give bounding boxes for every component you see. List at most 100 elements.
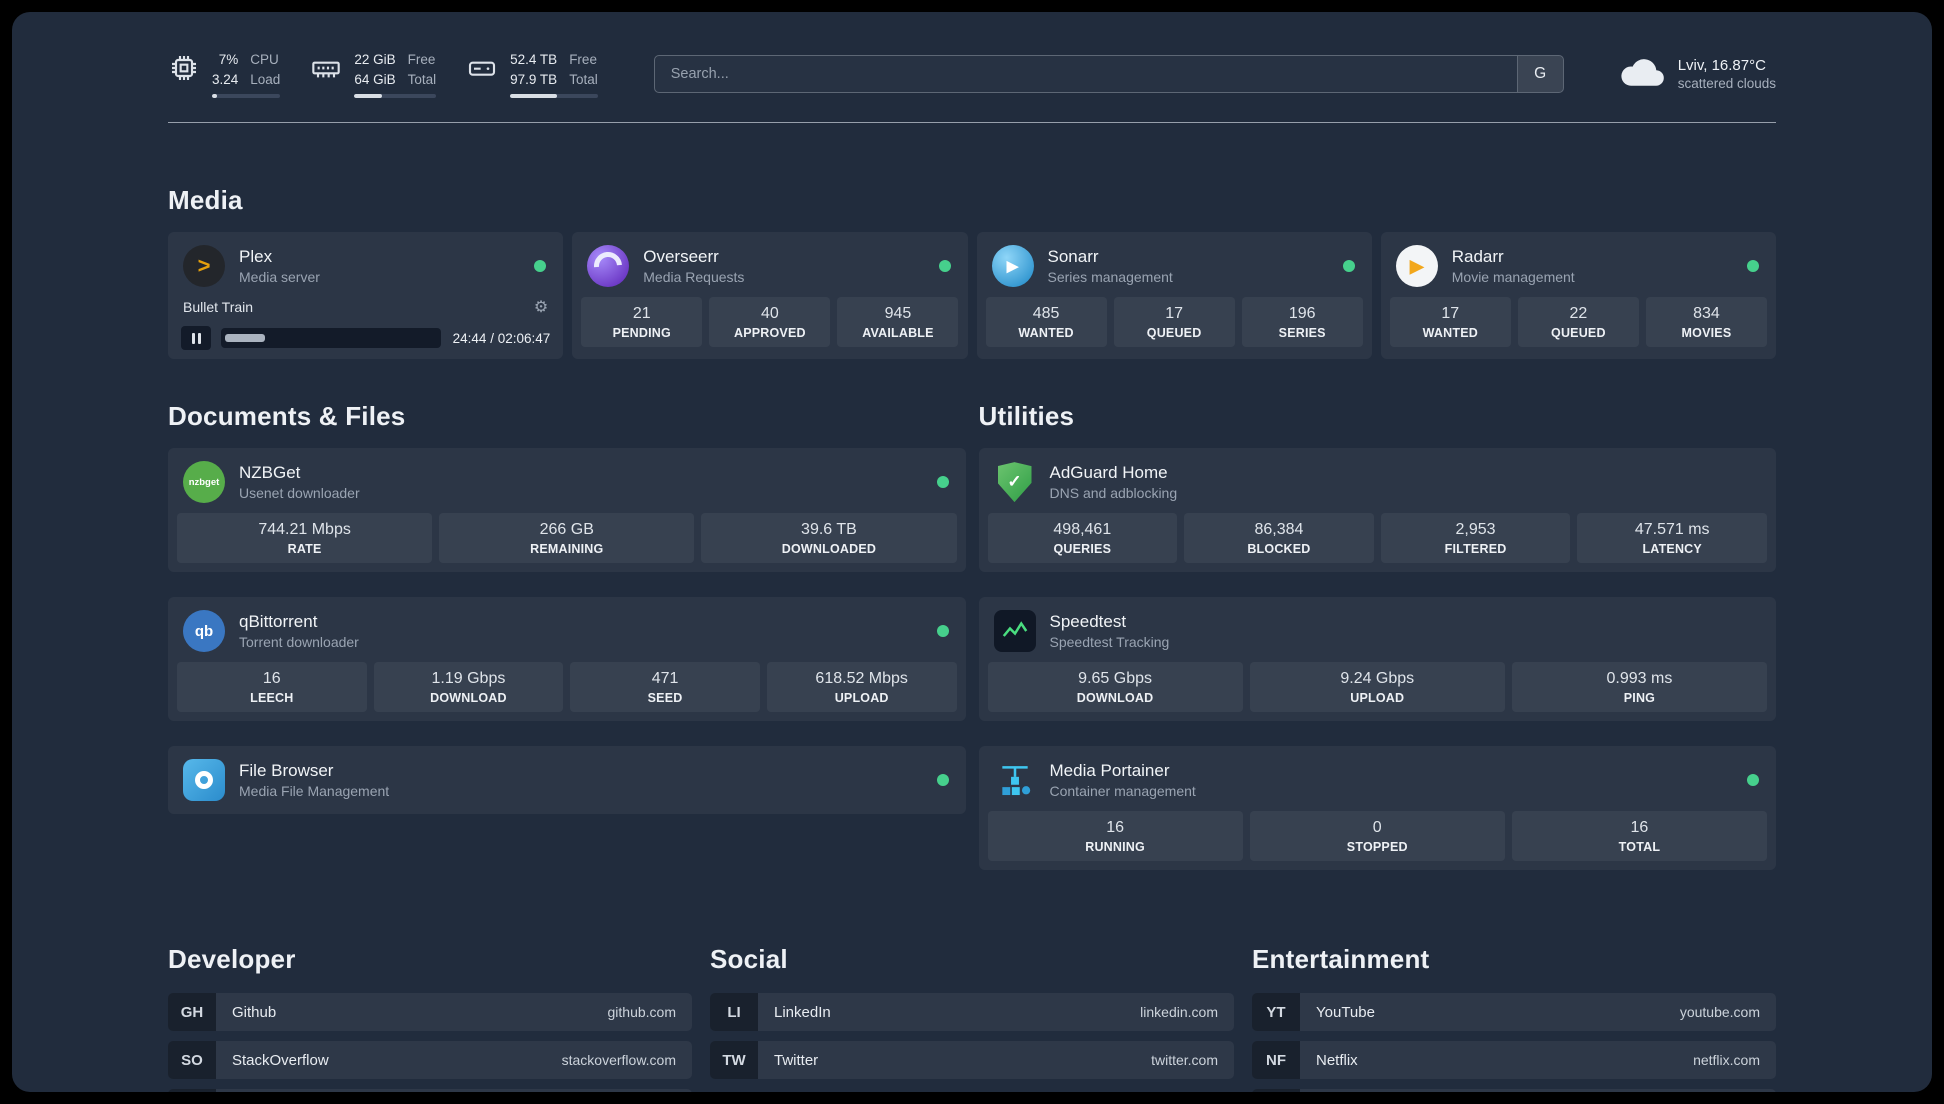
bookmark-name: Twitter (774, 1051, 819, 1069)
stat-wanted: 17 WANTED (1389, 297, 1511, 348)
bookmark-github[interactable]: GH Github github.com (168, 993, 692, 1032)
service-card-radarr[interactable]: ▶ Radarr Movie management 17 WANTED 22 QUE… (1380, 232, 1776, 360)
section-entertainment: Entertainment YT YouTube youtube.com NF … (1252, 944, 1776, 1092)
utilities-section-title: Utilities (978, 401, 1075, 432)
now-playing-title: Bullet Train (183, 299, 254, 316)
service-card-filebrowser[interactable]: File Browser Media File Management (168, 746, 966, 815)
bookmark-url: stackoverflow.com (561, 1052, 676, 1069)
bookmark-youtube[interactable]: YT YouTube youtube.com (1252, 993, 1776, 1032)
plex-now-playing: Bullet Train ⚙ 24:44 / 02:06:47 (177, 297, 554, 351)
status-dot (936, 774, 949, 787)
disk-total-label: Total (569, 71, 598, 87)
bookmark-url: youtube.com (1679, 1004, 1760, 1021)
seek-bar-fill (225, 334, 266, 343)
filebrowser-icon (183, 759, 225, 802)
disk-meter (510, 94, 598, 99)
bookmark-netflix[interactable]: NF Netflix netflix.com (1252, 1041, 1776, 1080)
stat-ping: 0.993 ms PING (1511, 662, 1768, 713)
bookmark-name: LinkedIn (774, 1003, 831, 1021)
status-dot (1747, 774, 1759, 787)
cpu-meter (212, 94, 281, 99)
service-description: Container management (1049, 783, 1196, 800)
qbittorrent-icon: qb (183, 610, 225, 653)
disk-meter-fill (510, 94, 557, 99)
memory-icon (310, 52, 342, 84)
bookmark-abbr: GH (168, 993, 216, 1032)
stat-latency: 47.571 ms LATENCY (1577, 513, 1767, 564)
stat-pending: 21 PENDING (581, 297, 703, 348)
bookmark-name: Github (232, 1003, 277, 1021)
memory-total-value: 64 GiB (354, 71, 396, 87)
speedtest-icon (993, 610, 1036, 653)
service-name: Speedtest (1049, 612, 1127, 632)
stat-running: 16 RUNNING (987, 811, 1243, 862)
bookmark-linkedin[interactable]: LI LinkedIn linkedin.com (710, 993, 1234, 1032)
service-card-sonarr[interactable]: ▶ Sonarr Series management 485 WANTED 17 Q… (976, 232, 1372, 360)
memory-meter (354, 94, 437, 99)
status-dot (534, 260, 547, 273)
gear-icon[interactable]: ⚙ (534, 297, 548, 317)
search-input[interactable] (654, 56, 1517, 93)
bookmark-name: StackOverflow (232, 1051, 329, 1069)
disk-icon (466, 52, 498, 84)
search-provider-button[interactable]: G (1516, 56, 1563, 93)
stat-blocked: 86,384 BLOCKED (1184, 513, 1374, 564)
bookmark-url: github.com (607, 1004, 676, 1021)
service-description: Media Requests (643, 269, 745, 286)
weather-widget[interactable]: Lviv, 16.87°C scattered clouds (1620, 56, 1776, 93)
disk-total-value: 97.9 TB (510, 71, 558, 87)
stat-queued: 17 QUEUED (1113, 297, 1235, 348)
bookmark-stackoverflow[interactable]: SO StackOverflow stackoverflow.com (168, 1041, 692, 1080)
stat-wanted: 485 WANTED (985, 297, 1107, 348)
bookmark-abbr: YT (1252, 993, 1300, 1032)
seek-bar[interactable] (221, 328, 441, 349)
cloud-icon (1620, 56, 1664, 93)
service-card-nzbget[interactable]: nzbget NZBGet Usenet downloader 744.21 M… (168, 448, 966, 573)
bookmark-abbr: NF (1252, 1041, 1300, 1080)
section-social: Social LI LinkedIn linkedin.com TW Twitt… (710, 944, 1234, 1092)
bookmark-name: Reddit (1300, 1089, 1695, 1092)
stat-series: 196 SERIES (1241, 297, 1363, 348)
bookmark-reddit[interactable]: RE Reddit reddit.com (1252, 1089, 1776, 1092)
service-name: Overseerr (643, 247, 719, 267)
bookmark-abbr: TW (710, 1041, 758, 1080)
stat-total: 16 TOTAL (1511, 811, 1768, 862)
stat-approved: 40 APPROVED (709, 297, 831, 348)
media-section-title: Media (168, 185, 243, 216)
service-name: Plex (239, 247, 273, 267)
service-card-qbittorrent[interactable]: qb qBittorrent Torrent downloader 16 LEEC… (168, 597, 966, 722)
service-card-speedtest[interactable]: Speedtest Speedtest Tracking 9.65 Gbps DO… (978, 597, 1776, 722)
stat-downloaded: 39.6 TB DOWNLOADED (701, 513, 957, 564)
cpu-icon (168, 52, 200, 84)
service-description: DNS and adblocking (1049, 485, 1178, 502)
bookmark-url: reddit.com (1695, 1089, 1776, 1092)
dashboard: 7% 3.24 CPU Load 22 GiB 64 GiB Free Tota… (12, 12, 1932, 1092)
bookmark-twitter[interactable]: TW Twitter twitter.com (710, 1041, 1234, 1080)
cpu-label: CPU (250, 52, 279, 67)
service-card-overseerr[interactable]: Overseerr Media Requests 21 PENDING 40 APP… (572, 232, 968, 360)
bookmark-abbr: RE (1252, 1089, 1300, 1092)
cpu-meter-fill (212, 94, 217, 99)
service-card-adguard[interactable]: ✓ AdGuard Home DNS and adblocking 498,46… (978, 448, 1776, 573)
bookmark-dev[interactable]: DT DEV dev.to (168, 1089, 692, 1092)
service-name: AdGuard Home (1049, 463, 1168, 483)
memory-widget: 22 GiB 64 GiB Free Total (310, 50, 437, 99)
pause-button[interactable] (181, 326, 211, 351)
service-name: Media Portainer (1049, 761, 1170, 781)
plex-icon: > (183, 245, 225, 288)
stat-upload: 9.24 Gbps UPLOAD (1249, 662, 1505, 713)
stat-upload: 618.52 Mbps UPLOAD (766, 662, 957, 713)
bookmark-name: YouTube (1316, 1003, 1375, 1021)
bookmark-abbr: DT (168, 1089, 216, 1092)
weather-description: scattered clouds (1677, 76, 1776, 92)
service-name: qBittorrent (239, 612, 318, 632)
stat-queries: 498,461 QUERIES (987, 513, 1178, 564)
top-bar: 7% 3.24 CPU Load 22 GiB 64 GiB Free Tota… (168, 50, 1776, 99)
status-dot (936, 476, 949, 489)
stat-filtered: 2,953 FILTERED (1380, 513, 1571, 564)
service-card-portainer[interactable]: Media Portainer Container management 16 R… (978, 746, 1776, 871)
service-card-plex[interactable]: > Plex Media server Bullet Train ⚙ 24:44… (168, 232, 564, 360)
stat-seed: 471 SEED (570, 662, 760, 713)
service-description: Usenet downloader (239, 485, 360, 502)
section-documents: Documents & Files nzbget NZBGet Usenet d… (168, 401, 966, 870)
